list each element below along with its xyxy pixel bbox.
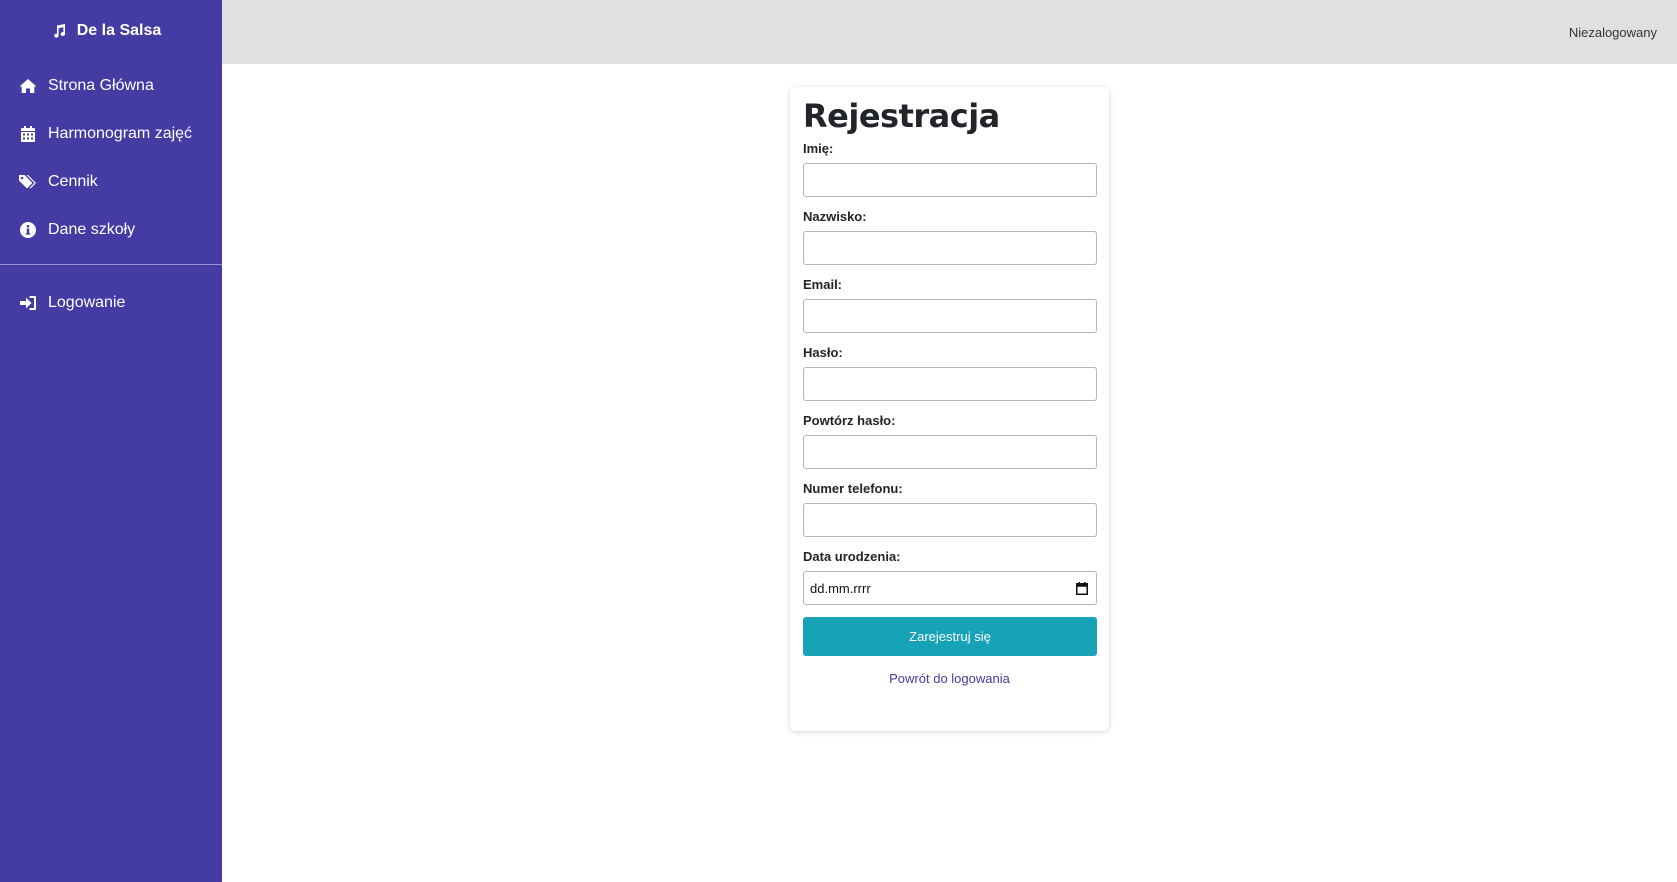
sidebar-item-home[interactable]: Strona Główna [0, 62, 222, 110]
sign-in-icon [19, 294, 37, 312]
password-input[interactable] [803, 367, 1097, 401]
birthdate-input[interactable]: dd.mm.rrrr [803, 571, 1097, 605]
sidebar: De la Salsa Strona Główna Harmonogram za… [0, 0, 222, 882]
sidebar-item-label: Strona Główna [48, 77, 154, 94]
phone-input[interactable] [803, 503, 1097, 537]
sidebar-item-schedule[interactable]: Harmonogram zajęć [0, 110, 222, 158]
birthdate-field-group: Data urodzenia: dd.mm.rrrr [803, 549, 1097, 605]
brand[interactable]: De la Salsa [0, 0, 222, 62]
register-button[interactable]: Zarejestruj się [803, 617, 1097, 656]
confirm-password-label: Powtórz hasło: [803, 413, 896, 428]
confirm-password-input[interactable] [803, 435, 1097, 469]
topbar: Niezalogowany [222, 0, 1677, 64]
phone-field-group: Numer telefonu: [803, 481, 1097, 537]
password-label: Hasło: [803, 345, 843, 360]
registration-card: Rejestracja Imię: Nazwisko: Email: Hasło… [790, 87, 1109, 731]
first-name-label: Imię: [803, 141, 834, 156]
sidebar-item-label: Dane szkoły [48, 221, 136, 238]
password-field-group: Hasło: [803, 345, 1097, 401]
sidebar-item-login[interactable]: Logowanie [0, 279, 222, 327]
sidebar-divider [0, 264, 222, 265]
calendar-picker-icon[interactable] [1076, 581, 1088, 595]
last-name-field-group: Nazwisko: [803, 209, 1097, 265]
phone-label: Numer telefonu: [803, 481, 903, 496]
first-name-input[interactable] [803, 163, 1097, 197]
sidebar-item-label: Logowanie [48, 294, 126, 311]
sidebar-item-label: Harmonogram zajęć [48, 125, 193, 142]
home-icon [19, 77, 37, 95]
calendar-icon [19, 125, 37, 143]
last-name-input[interactable] [803, 231, 1097, 265]
page-title: Rejestracja [803, 97, 1000, 135]
music-note-icon [51, 23, 67, 39]
birthdate-placeholder: dd.mm.rrrr [810, 580, 871, 596]
back-to-login-link[interactable]: Powrót do logowania [803, 671, 1096, 686]
brand-name: De la Salsa [76, 22, 162, 39]
sidebar-item-label: Cennik [48, 173, 98, 190]
email-label: Email: [803, 277, 843, 292]
info-circle-icon [19, 221, 37, 239]
login-status: Niezalogowany [1568, 24, 1657, 40]
last-name-label: Nazwisko: [803, 209, 867, 224]
sidebar-item-school-info[interactable]: Dane szkoły [0, 206, 222, 254]
confirm-password-field-group: Powtórz hasło: [803, 413, 1097, 469]
tags-icon [19, 173, 37, 191]
birthdate-label: Data urodzenia: [803, 549, 901, 564]
sidebar-item-pricing[interactable]: Cennik [0, 158, 222, 206]
email-input[interactable] [803, 299, 1097, 333]
email-field-group: Email: [803, 277, 1097, 333]
first-name-field-group: Imię: [803, 141, 1097, 197]
